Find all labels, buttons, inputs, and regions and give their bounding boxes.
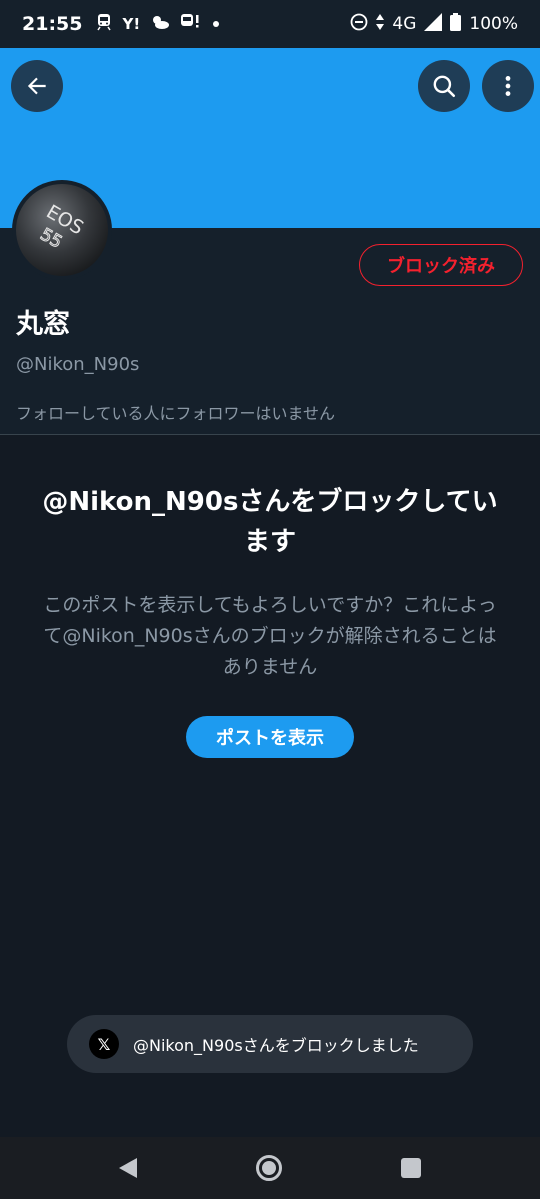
show-post-button[interactable]: ポストを表示 <box>186 716 354 758</box>
toast-notification: 𝕏 @Nikon_N90sさんをブロックしました <box>67 1015 473 1073</box>
yahoo-icon: Y! <box>122 15 141 33</box>
more-vertical-icon <box>505 76 511 96</box>
toast-message: @Nikon_N90sさんをブロックしました <box>133 1036 419 1055</box>
more-options-button[interactable] <box>482 60 534 112</box>
status-time: 21:55 <box>22 13 83 35</box>
blocked-button[interactable]: ブロック済み <box>359 244 523 286</box>
train-alert-icon <box>180 13 202 35</box>
home-icon <box>261 1161 276 1175</box>
x-logo-glyph: 𝕏 <box>97 1034 111 1054</box>
back-button[interactable] <box>11 60 63 112</box>
block-notice-description: このポストを表示してもよろしいですか？これによって@Nikon_N90sさんのブ… <box>43 594 497 678</box>
status-bar: 21:55 Y! 4G 100% <box>0 0 540 48</box>
nav-back-button[interactable] <box>119 1158 138 1178</box>
block-notice-title: @Nikon_N90sさんをブロックしています <box>42 487 498 557</box>
battery-icon <box>450 12 462 36</box>
notification-dot-icon <box>212 16 220 32</box>
nav-recents-button[interactable] <box>400 1158 421 1178</box>
search-button[interactable] <box>418 60 470 112</box>
system-nav-bar <box>0 1137 540 1199</box>
weather-icon <box>150 14 170 34</box>
network-type: 4G <box>392 14 417 34</box>
signal-icon <box>424 12 443 36</box>
avatar-image: EOS 55 <box>16 184 108 276</box>
x-logo-icon: 𝕏 <box>89 1029 119 1059</box>
battery-level: 100% <box>469 14 518 34</box>
avatar[interactable]: EOS 55 <box>12 180 112 280</box>
train-icon <box>96 13 112 35</box>
search-icon <box>433 75 456 98</box>
back-arrow-icon <box>27 77 46 95</box>
nav-home-button[interactable] <box>255 1155 282 1181</box>
user-handle: @Nikon_N90s <box>16 354 140 375</box>
dnd-icon <box>350 13 368 36</box>
display-name: 丸窓 <box>16 309 70 340</box>
data-transfer-icon <box>376 13 385 35</box>
followers-you-know: フォローしている人にフォロワーはいません <box>16 404 336 423</box>
